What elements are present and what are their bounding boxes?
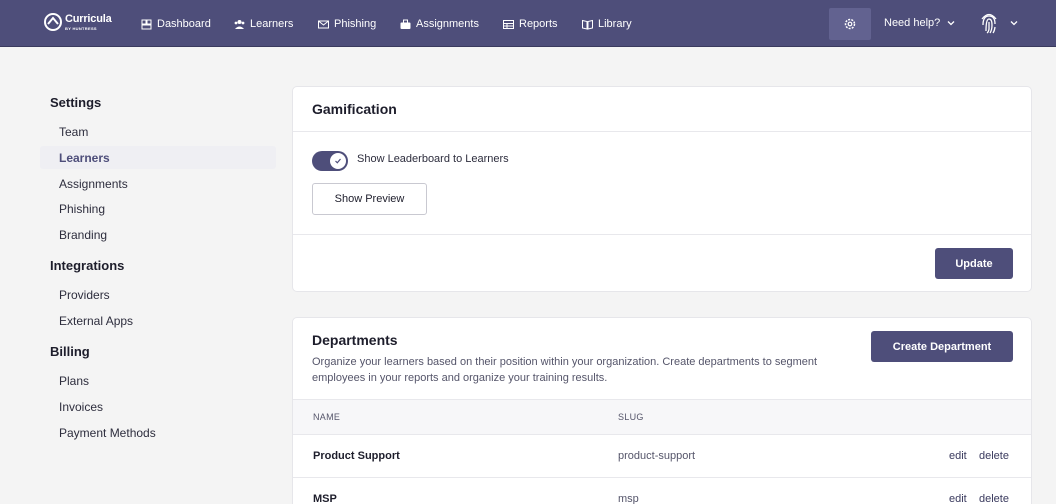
card-divider — [293, 131, 1031, 132]
show-preview-button[interactable]: Show Preview — [312, 183, 427, 215]
user-menu[interactable] — [978, 11, 1018, 35]
edit-link[interactable]: edit — [949, 450, 967, 462]
nav-learners-label: Learners — [250, 18, 294, 30]
create-department-button[interactable]: Create Department — [871, 331, 1013, 362]
toggle-knob — [330, 153, 346, 169]
nav-phishing-label: Phishing — [334, 18, 377, 30]
sidebar-heading-settings: Settings — [50, 95, 102, 110]
dashboard-icon — [141, 19, 152, 29]
leaderboard-toggle[interactable] — [312, 151, 348, 171]
table-icon — [503, 19, 514, 29]
nav-phishing[interactable]: Phishing — [318, 17, 376, 31]
sidebar-item-learners[interactable]: Learners — [59, 151, 110, 165]
table-row: MSP msp edit delete — [293, 478, 1031, 504]
delete-link[interactable]: delete — [979, 493, 1009, 504]
curricula-logo-icon — [44, 13, 62, 31]
mail-icon — [318, 20, 329, 28]
nav-reports-label: Reports — [519, 18, 558, 30]
sidebar-item-plans[interactable]: Plans — [59, 374, 89, 388]
users-icon — [234, 19, 245, 29]
departments-title: Departments — [312, 332, 398, 348]
nav-assignments-label: Assignments — [416, 18, 479, 30]
brand-logo[interactable]: Curricula BY HUNTRESS — [44, 13, 112, 31]
chevron-down-icon — [1010, 21, 1018, 26]
check-icon — [335, 158, 341, 164]
gamification-title: Gamification — [312, 101, 397, 117]
department-name: Product Support — [313, 450, 400, 462]
department-slug: product-support — [618, 450, 696, 462]
sidebar-item-payment-methods[interactable]: Payment Methods — [59, 426, 156, 440]
departments-description: Organize your learners based on their po… — [312, 356, 818, 384]
nav-dashboard-label: Dashboard — [157, 18, 211, 30]
department-slug: msp — [618, 493, 639, 504]
sidebar-heading-integrations: Integrations — [50, 258, 125, 273]
sidebar-item-invoices[interactable]: Invoices — [59, 400, 103, 414]
fingerprint-icon — [981, 13, 997, 34]
nav-assignments[interactable]: Assignments — [400, 17, 479, 31]
top-navbar: Curricula BY HUNTRESS Dashboard Learners… — [0, 0, 1056, 47]
table-header: NAME SLUG — [293, 399, 1031, 435]
brand-name: Curricula — [65, 12, 112, 25]
nav-library-label: Library — [598, 18, 632, 30]
nav-reports[interactable]: Reports — [503, 17, 558, 31]
help-menu[interactable]: Need help? — [884, 17, 955, 29]
department-name: MSP — [313, 493, 337, 504]
card-divider — [293, 234, 1031, 235]
sidebar-item-team[interactable]: Team — [59, 125, 88, 139]
sidebar-item-providers[interactable]: Providers — [59, 288, 110, 302]
nav-learners[interactable]: Learners — [234, 17, 293, 31]
update-button[interactable]: Update — [935, 248, 1013, 279]
brand-subtitle: BY HUNTRESS — [65, 25, 97, 31]
sidebar-heading-billing: Billing — [50, 344, 90, 359]
nav-library[interactable]: Library — [582, 17, 632, 31]
gear-icon — [844, 18, 856, 30]
sidebar-item-assignments[interactable]: Assignments — [59, 177, 128, 191]
leaderboard-toggle-label: Show Leaderboard to Learners — [357, 153, 509, 165]
column-header-slug[interactable]: SLUG — [618, 412, 644, 422]
column-header-name[interactable]: NAME — [313, 412, 340, 422]
sidebar-item-branding[interactable]: Branding — [59, 228, 107, 242]
gamification-card: Gamification Show Leaderboard to Learner… — [292, 86, 1032, 292]
delete-link[interactable]: delete — [979, 450, 1009, 462]
departments-card: Departments Organize your learners based… — [292, 317, 1032, 504]
settings-button[interactable] — [829, 8, 871, 40]
book-icon — [582, 19, 593, 30]
chevron-down-icon — [947, 21, 955, 26]
edit-link[interactable]: edit — [949, 493, 967, 504]
sidebar-item-phishing[interactable]: Phishing — [59, 202, 105, 216]
sidebar-item-external-apps[interactable]: External Apps — [59, 314, 133, 328]
help-label: Need help? — [884, 17, 941, 29]
table-row: Product Support product-support edit del… — [293, 435, 1031, 478]
briefcase-icon — [400, 19, 411, 29]
nav-dashboard[interactable]: Dashboard — [141, 17, 211, 31]
